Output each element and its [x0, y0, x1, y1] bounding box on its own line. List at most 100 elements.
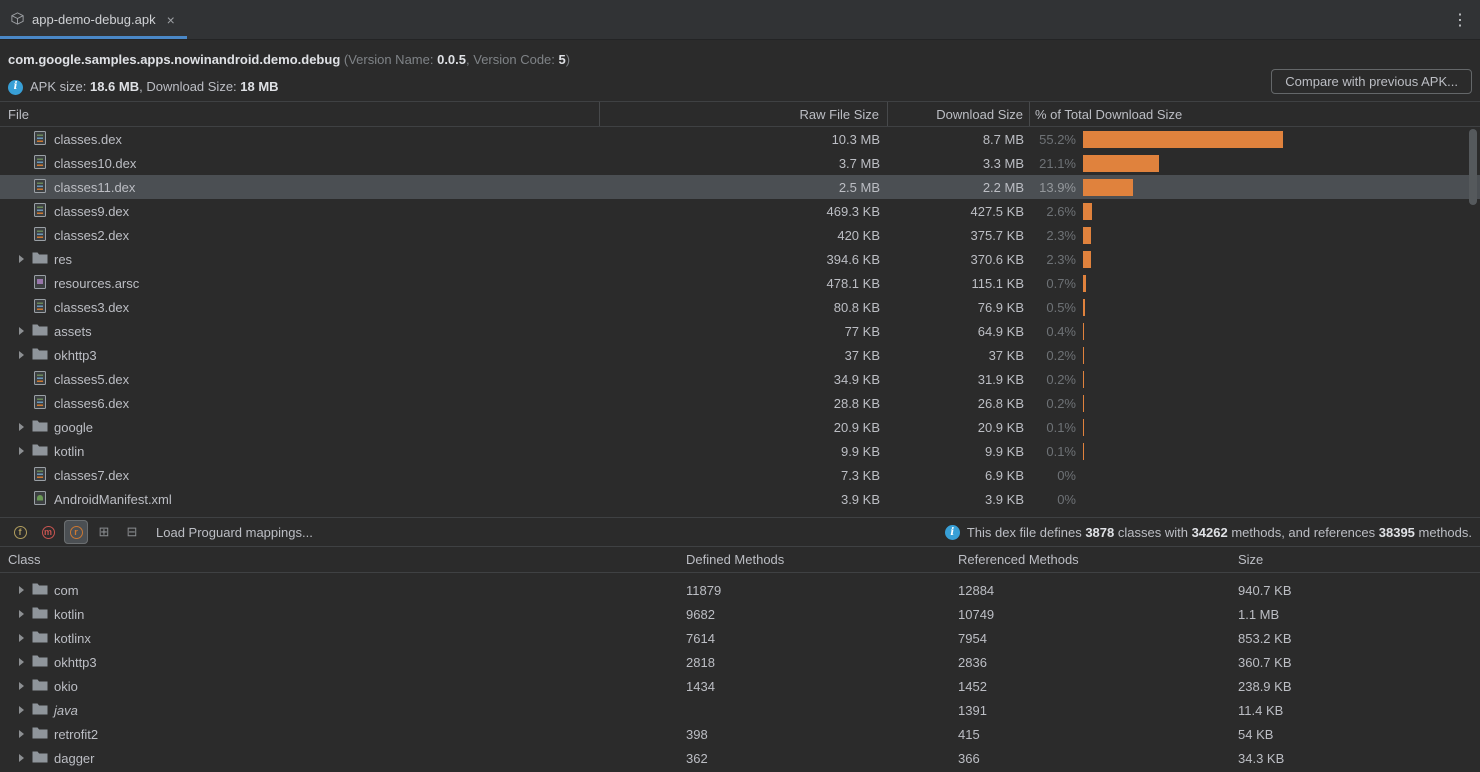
- column-header-class[interactable]: Class: [0, 552, 678, 567]
- column-header-referenced-methods[interactable]: Referenced Methods: [950, 552, 1230, 567]
- column-header-percent[interactable]: % of Total Download Size: [1030, 102, 1480, 126]
- file-name: classes3.dex: [54, 300, 129, 315]
- download-percent-bar: [1083, 155, 1159, 172]
- file-row[interactable]: classes10.dex 3.7 MB 3.3 MB 21.1%: [0, 151, 1480, 175]
- file-name: classes7.dex: [54, 468, 129, 483]
- overflow-menu-icon[interactable]: ⋮: [1450, 0, 1470, 40]
- column-header-file[interactable]: File: [0, 102, 600, 126]
- file-row[interactable]: kotlin 9.9 KB 9.9 KB 0.1%: [0, 439, 1480, 463]
- show-methods-toggle-icon[interactable]: m: [36, 520, 60, 544]
- folder-icon: [32, 702, 48, 719]
- chevron-right-icon[interactable]: [19, 682, 24, 690]
- class-row[interactable]: kotlin 9682 10749 1.1 MB: [0, 602, 1480, 626]
- download-percent-bar: [1083, 131, 1283, 148]
- class-row[interactable]: com 11879 12884 940.7 KB: [0, 578, 1480, 602]
- raw-file-size: 77 KB: [600, 324, 888, 339]
- class-row[interactable]: okhttp3 2818 2836 360.7 KB: [0, 650, 1480, 674]
- download-size: 37 KB: [888, 348, 1030, 363]
- raw-file-size: 3.9 KB: [600, 492, 888, 507]
- download-size: 370.6 KB: [888, 252, 1030, 267]
- raw-file-size: 80.8 KB: [600, 300, 888, 315]
- apk-header: com.google.samples.apps.nowinandroid.dem…: [0, 40, 1480, 101]
- class-row[interactable]: retrofit2 398 415 54 KB: [0, 722, 1480, 746]
- chevron-right-icon[interactable]: [19, 255, 24, 263]
- collapse-all-icon[interactable]: ⊟: [120, 520, 144, 544]
- class-row[interactable]: kotlinx 7614 7954 853.2 KB: [0, 626, 1480, 650]
- referenced-methods: 415: [950, 727, 1230, 742]
- chevron-right-icon[interactable]: [19, 634, 24, 642]
- file-row[interactable]: classes5.dex 34.9 KB 31.9 KB 0.2%: [0, 367, 1480, 391]
- chevron-right-icon[interactable]: [19, 730, 24, 738]
- dex-file-icon: [32, 298, 48, 317]
- file-row[interactable]: classes3.dex 80.8 KB 76.9 KB 0.5%: [0, 295, 1480, 319]
- file-name: classes2.dex: [54, 228, 129, 243]
- file-row[interactable]: assets 77 KB 64.9 KB 0.4%: [0, 319, 1480, 343]
- file-row[interactable]: classes6.dex 28.8 KB 26.8 KB 0.2%: [0, 391, 1480, 415]
- dex-viewer-toolbar: f m r ⊞ ⊟ Load Proguard mappings... i Th…: [0, 517, 1480, 547]
- load-proguard-mappings-button[interactable]: Load Proguard mappings...: [156, 525, 313, 540]
- chevron-right-icon[interactable]: [19, 610, 24, 618]
- download-size: 8.7 MB: [888, 132, 1030, 147]
- column-header-defined-methods[interactable]: Defined Methods: [678, 552, 950, 567]
- column-header-size[interactable]: Size: [1230, 552, 1480, 567]
- column-header-download-size[interactable]: Download Size: [888, 102, 1030, 126]
- download-size: 31.9 KB: [888, 372, 1030, 387]
- class-row[interactable]: dagger 362 366 34.3 KB: [0, 746, 1480, 770]
- file-row[interactable]: okhttp3 37 KB 37 KB 0.2%: [0, 343, 1480, 367]
- download-percent-bar: [1083, 395, 1084, 412]
- chevron-right-icon[interactable]: [19, 447, 24, 455]
- file-row[interactable]: resources.arsc 478.1 KB 115.1 KB 0.7%: [0, 271, 1480, 295]
- tab-close-icon[interactable]: ×: [167, 13, 175, 27]
- file-row[interactable]: google 20.9 KB 20.9 KB 0.1%: [0, 415, 1480, 439]
- expand-all-icon[interactable]: ⊞: [92, 520, 116, 544]
- tab-apk-analyzer[interactable]: app-demo-debug.apk ×: [0, 0, 187, 39]
- show-fields-toggle-icon[interactable]: f: [8, 520, 32, 544]
- folder-icon: [32, 347, 48, 364]
- compare-apk-button[interactable]: Compare with previous APK...: [1271, 69, 1472, 94]
- apk-analyzer-window: app-demo-debug.apk × ⋮ com.google.sample…: [0, 0, 1480, 772]
- file-row[interactable]: classes9.dex 469.3 KB 427.5 KB 2.6%: [0, 199, 1480, 223]
- class-row[interactable]: okio 1434 1452 238.9 KB: [0, 674, 1480, 698]
- file-row[interactable]: res 394.6 KB 370.6 KB 2.3%: [0, 247, 1480, 271]
- classes-count: 3878: [1085, 525, 1114, 540]
- file-row[interactable]: classes11.dex 2.5 MB 2.2 MB 13.9%: [0, 175, 1480, 199]
- download-percent: 0.7%: [1030, 276, 1076, 291]
- package-size: 238.9 KB: [1230, 679, 1480, 694]
- download-percent-bar: [1083, 347, 1084, 364]
- file-name: res: [54, 252, 72, 267]
- raw-file-size: 20.9 KB: [600, 420, 888, 435]
- package-name: okio: [54, 679, 78, 694]
- chevron-right-icon[interactable]: [19, 658, 24, 666]
- show-references-toggle-icon[interactable]: r: [64, 520, 88, 544]
- file-name: classes11.dex: [54, 180, 135, 195]
- file-name: classes10.dex: [54, 156, 136, 171]
- chevron-right-icon[interactable]: [19, 754, 24, 762]
- column-header-raw-size[interactable]: Raw File Size: [600, 102, 888, 126]
- file-row[interactable]: classes.dex 10.3 MB 8.7 MB 55.2%: [0, 127, 1480, 151]
- defined-methods: 1434: [678, 679, 950, 694]
- chevron-right-icon[interactable]: [19, 423, 24, 431]
- download-size: 375.7 KB: [888, 228, 1030, 243]
- chevron-right-icon[interactable]: [19, 327, 24, 335]
- chevron-right-icon[interactable]: [19, 706, 24, 714]
- class-table-header: Class Defined Methods Referenced Methods…: [0, 547, 1480, 573]
- class-row[interactable]: java 1391 11.4 KB: [0, 698, 1480, 722]
- file-name: kotlin: [54, 444, 84, 459]
- package-name: kotlinx: [54, 631, 91, 646]
- vertical-scrollbar[interactable]: [1469, 129, 1477, 205]
- download-size: 427.5 KB: [888, 204, 1030, 219]
- file-name: classes.dex: [54, 132, 122, 147]
- file-row[interactable]: classes2.dex 420 KB 375.7 KB 2.3%: [0, 223, 1480, 247]
- download-percent: 0.1%: [1030, 420, 1076, 435]
- class-table-body: com 11879 12884 940.7 KB kotlin 9682 107…: [0, 573, 1480, 770]
- chevron-right-icon[interactable]: [19, 586, 24, 594]
- defined-methods: 398: [678, 727, 950, 742]
- package-name: retrofit2: [54, 727, 98, 742]
- download-percent-bar: [1083, 179, 1133, 196]
- file-row[interactable]: classes7.dex 7.3 KB 6.9 KB 0%: [0, 463, 1480, 487]
- file-name: classes5.dex: [54, 372, 129, 387]
- chevron-right-icon[interactable]: [19, 351, 24, 359]
- download-size: 9.9 KB: [888, 444, 1030, 459]
- file-row[interactable]: AndroidManifest.xml 3.9 KB 3.9 KB 0%: [0, 487, 1480, 511]
- download-size: 115.1 KB: [888, 276, 1030, 291]
